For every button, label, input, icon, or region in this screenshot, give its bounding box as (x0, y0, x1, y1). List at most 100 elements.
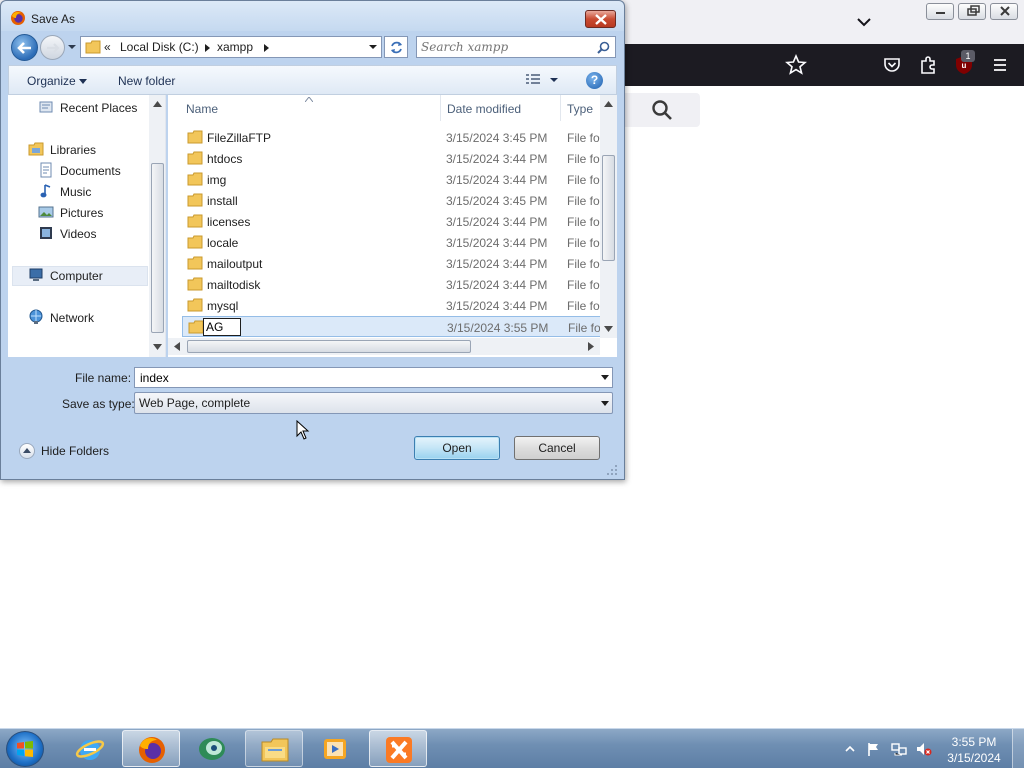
resize-grip-icon[interactable] (606, 464, 618, 476)
hamburger-menu-icon[interactable] (988, 53, 1012, 77)
cancel-button[interactable]: Cancel (514, 436, 600, 460)
chevron-down-icon[interactable] (601, 375, 609, 381)
scroll-down-icon[interactable] (604, 326, 613, 332)
folder-icon (188, 320, 204, 334)
pocket-icon[interactable] (880, 53, 904, 77)
breadcrumb-xampp[interactable]: xampp (217, 40, 253, 54)
file-list-horizontal-scrollbar[interactable] (168, 338, 600, 355)
table-row[interactable]: install 3/15/2024 3:45 PM File fol (182, 190, 602, 211)
search-icon[interactable] (597, 41, 610, 54)
dialog-close-button[interactable] (585, 10, 616, 28)
list-all-tabs-icon[interactable] (852, 10, 876, 34)
vertical-scroll-thumb[interactable] (602, 155, 615, 261)
row-date: 3/15/2024 3:45 PM (446, 194, 548, 208)
address-history-dropdown-icon[interactable] (365, 37, 381, 57)
taskbar-internet-explorer[interactable] (61, 730, 119, 767)
nav-item-pictures[interactable]: Pictures (60, 206, 103, 220)
breadcrumb-arrow-icon[interactable] (205, 44, 210, 52)
start-button[interactable] (6, 731, 44, 767)
nav-pane-scrollbar[interactable] (149, 95, 165, 357)
change-view-icon[interactable] (525, 73, 541, 87)
breadcrumb-arrow-icon[interactable] (264, 44, 269, 52)
scroll-up-icon[interactable] (153, 101, 162, 107)
nav-item-documents[interactable]: Documents (60, 164, 121, 178)
save-as-type-select[interactable]: Web Page, complete (134, 392, 613, 414)
taskbar-bitcoin-app[interactable] (183, 730, 241, 767)
network-tray-icon[interactable] (891, 741, 907, 757)
volume-muted-icon[interactable] (916, 741, 932, 757)
help-button[interactable]: ? (586, 72, 603, 89)
hide-folders-label: Hide Folders (41, 444, 110, 458)
table-row[interactable]: licenses 3/15/2024 3:44 PM File fol (182, 211, 602, 232)
search-field[interactable] (416, 36, 616, 58)
table-row[interactable]: locale 3/15/2024 3:44 PM File fol (182, 232, 602, 253)
column-header-name[interactable]: Name (186, 95, 218, 121)
address-overflow-chevron[interactable]: « (104, 40, 111, 54)
sort-ascending-icon (305, 97, 313, 102)
taskbar-xampp[interactable] (369, 730, 427, 767)
bookmark-star-icon[interactable] (784, 53, 808, 77)
new-folder-button[interactable]: New folder (118, 74, 175, 88)
nav-item-libraries[interactable]: Libraries (50, 143, 96, 157)
nav-item-music[interactable]: Music (60, 185, 91, 199)
folder-icon (187, 277, 203, 291)
taskbar-media-player[interactable] (306, 730, 364, 767)
file-name-field[interactable] (134, 367, 613, 388)
system-clock[interactable]: 3:55 PM 3/15/2024 (940, 734, 1008, 766)
organize-button[interactable]: Organize (27, 74, 88, 88)
scroll-up-icon[interactable] (604, 101, 613, 107)
table-row[interactable]: FileZillaFTP 3/15/2024 3:45 PM File fol (182, 127, 602, 148)
taskbar-firefox[interactable] (122, 730, 180, 767)
refresh-button[interactable] (384, 36, 408, 58)
rename-input[interactable] (203, 318, 241, 336)
table-row[interactable]: img 3/15/2024 3:44 PM File fol (182, 169, 602, 190)
breadcrumb-local-disk[interactable]: Local Disk (C:) (120, 40, 199, 54)
file-name-input[interactable] (140, 370, 590, 385)
restore-button[interactable] (958, 3, 986, 20)
address-bar[interactable]: « Local Disk (C:) xampp (80, 36, 382, 58)
column-divider[interactable] (560, 95, 561, 121)
file-list-vertical-scrollbar[interactable] (600, 95, 617, 338)
network-icon (29, 309, 43, 324)
browser-close-button[interactable] (990, 3, 1018, 20)
scroll-down-icon[interactable] (153, 344, 162, 350)
media-player-icon (324, 739, 346, 759)
column-header-date-modified[interactable]: Date modified (447, 95, 521, 121)
libraries-icon (28, 142, 44, 156)
show-desktop-button[interactable] (1012, 729, 1024, 768)
nav-item-network[interactable]: Network (50, 311, 94, 325)
column-header-type[interactable]: Type (567, 95, 593, 121)
taskbar-file-explorer[interactable] (245, 730, 303, 767)
row-type: File fol (567, 278, 603, 292)
recent-locations-dropdown-icon[interactable] (67, 43, 77, 51)
back-button[interactable] (11, 34, 38, 61)
scroll-left-icon[interactable] (174, 342, 180, 351)
show-hidden-icons-icon[interactable] (844, 743, 856, 755)
nav-scroll-thumb[interactable] (151, 163, 164, 333)
row-name: htdocs (207, 152, 243, 166)
table-row[interactable]: htdocs 3/15/2024 3:44 PM File fol (182, 148, 602, 169)
file-name-label: File name: (75, 371, 132, 385)
action-center-flag-icon[interactable] (866, 741, 882, 757)
extensions-puzzle-icon[interactable] (916, 53, 940, 77)
forward-button[interactable] (40, 35, 65, 60)
row-date: 3/15/2024 3:55 PM (447, 321, 549, 335)
dialog-titlebar[interactable]: Save As (1, 1, 624, 31)
table-row[interactable]: mailoutput 3/15/2024 3:44 PM File fol (182, 253, 602, 274)
table-row[interactable]: mysql 3/15/2024 3:44 PM File fol (182, 295, 602, 316)
selected-row-renaming[interactable]: 3/15/2024 3:55 PM File fol (182, 316, 603, 337)
view-options-dropdown-icon[interactable] (549, 76, 559, 84)
nav-item-recent-places[interactable]: Recent Places (60, 101, 137, 115)
column-divider[interactable] (440, 95, 441, 121)
scroll-right-icon[interactable] (588, 342, 594, 351)
nav-item-computer[interactable]: Computer (50, 269, 103, 283)
minimize-button[interactable] (926, 3, 954, 20)
search-input[interactable] (421, 39, 593, 55)
horizontal-scroll-thumb[interactable] (187, 340, 471, 353)
open-button[interactable]: Open (414, 436, 500, 460)
nav-item-videos[interactable]: Videos (60, 227, 96, 241)
row-date: 3/15/2024 3:44 PM (446, 215, 548, 229)
hide-folders-toggle[interactable]: Hide Folders (19, 442, 129, 460)
table-row[interactable]: mailtodisk 3/15/2024 3:44 PM File fol (182, 274, 602, 295)
videos-icon (40, 227, 52, 239)
